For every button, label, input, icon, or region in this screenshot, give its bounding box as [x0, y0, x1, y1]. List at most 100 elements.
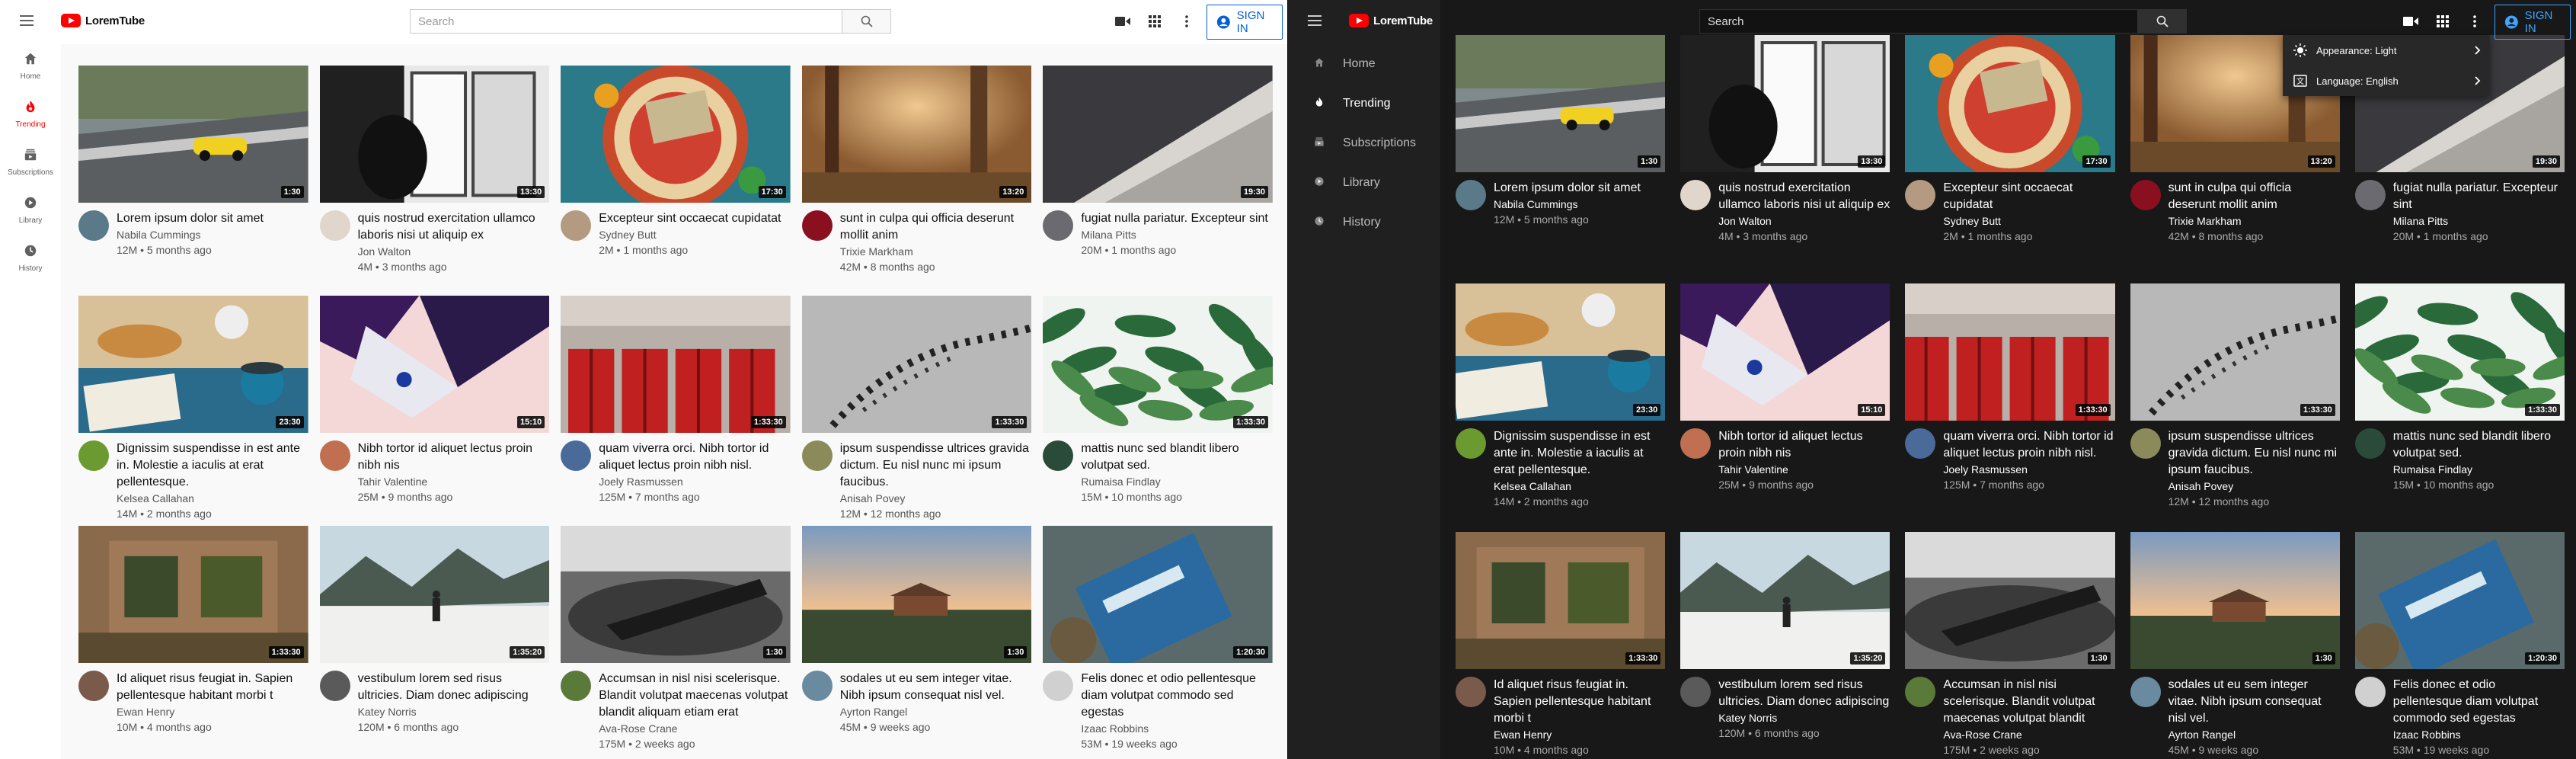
video-card[interactable]: 1:20:30 Felis donec et odio pellentesque…: [2354, 532, 2565, 759]
channel-avatar[interactable]: [801, 440, 833, 471]
channel-name[interactable]: Anisah Povey: [840, 491, 1032, 506]
video-card[interactable]: 13:30 quis nostrud exercitation ullamco …: [319, 66, 550, 296]
video-card[interactable]: 1:35:20 vestibulum lorem sed risus ultri…: [1680, 532, 1890, 759]
channel-avatar[interactable]: [1456, 677, 1486, 707]
video-title[interactable]: Accumsan in nisl nisi scelerisque. Bland…: [599, 671, 791, 721]
channel-name[interactable]: Nabila Cummings: [1494, 197, 1665, 212]
sidebar-item-subscriptions[interactable]: Subscriptions: [1288, 128, 1440, 159]
channel-name[interactable]: Milana Pitts: [1081, 227, 1273, 242]
video-card[interactable]: 1:33:30 mattis nunc sed blandit libero v…: [1043, 296, 1273, 526]
video-card[interactable]: 15:10 Nibh tortor id aliquet lectus proi…: [319, 296, 550, 526]
video-title[interactable]: ipsum suspendisse ultrices gravida dictu…: [840, 440, 1032, 491]
video-card[interactable]: 17:30 Excepteur sint occaecat cupidatat …: [1905, 35, 2115, 283]
channel-name[interactable]: Joely Rasmussen: [1943, 462, 2114, 477]
sidebar-item-library[interactable]: Library: [1288, 168, 1440, 198]
video-card[interactable]: 1:30 Lorem ipsum dolor sit amet Nabila C…: [78, 66, 308, 296]
channel-name[interactable]: Rumaisa Findlay: [1081, 474, 1273, 489]
create-video-icon[interactable]: [1114, 12, 1132, 30]
video-thumbnail[interactable]: 1:30: [561, 526, 791, 663]
video-thumbnail[interactable]: 1:33:30: [801, 296, 1032, 433]
channel-name[interactable]: Sydney Butt: [599, 227, 791, 242]
channel-avatar[interactable]: [1043, 671, 1074, 701]
appearance-menu-item[interactable]: Appearance: Light: [2283, 35, 2490, 66]
channel-name[interactable]: Ewan Henry: [117, 704, 308, 719]
video-card[interactable]: 1:30 sodales ut eu sem integer vitae. Ni…: [801, 526, 1032, 756]
channel-name[interactable]: Sydney Butt: [1943, 213, 2114, 229]
video-thumbnail[interactable]: 1:30: [78, 66, 308, 203]
channel-name[interactable]: Anisah Povey: [2169, 479, 2340, 494]
channel-name[interactable]: Trixie Markham: [2169, 213, 2340, 229]
sidebar-item-trending[interactable]: Trending: [1288, 88, 1440, 119]
channel-name[interactable]: Katey Norris: [1718, 710, 1890, 725]
channel-avatar[interactable]: [1043, 440, 1074, 471]
video-title[interactable]: mattis nunc sed blandit libero volutpat …: [2393, 428, 2565, 462]
video-card[interactable]: 1:33:30 quam viverra orci. Nibh tortor i…: [1905, 283, 2115, 532]
channel-avatar[interactable]: [1680, 180, 1711, 210]
sidebar-item-library[interactable]: Library: [0, 196, 61, 225]
channel-avatar[interactable]: [1456, 180, 1486, 210]
channel-avatar[interactable]: [319, 440, 350, 471]
channel-avatar[interactable]: [78, 440, 109, 471]
sidebar-item-history[interactable]: History: [1288, 207, 1440, 238]
video-thumbnail[interactable]: 1:33:30: [1905, 283, 2115, 421]
video-card[interactable]: 1:33:30 ipsum suspendisse ultrices gravi…: [801, 296, 1032, 526]
channel-name[interactable]: Ayrton Rangel: [840, 704, 1032, 719]
channel-name[interactable]: Katey Norris: [358, 704, 550, 719]
video-card[interactable]: 1:30 Lorem ipsum dolor sit amet Nabila C…: [1456, 35, 1666, 283]
video-title[interactable]: vestibulum lorem sed risus ultricies. Di…: [358, 671, 550, 704]
video-card[interactable]: 19:30 fugiat nulla pariatur. Excepteur s…: [1043, 66, 1273, 296]
video-card[interactable]: 1:30 Accumsan in nisl nisi scelerisque. …: [561, 526, 791, 756]
channel-avatar[interactable]: [1680, 428, 1711, 459]
channel-avatar[interactable]: [1905, 677, 1936, 707]
video-thumbnail[interactable]: 13:20: [801, 66, 1032, 203]
video-thumbnail[interactable]: 15:10: [1680, 283, 1890, 421]
video-card[interactable]: 1:33:30 Id aliquet risus feugiat in. Sap…: [1456, 532, 1666, 759]
video-card[interactable]: 23:30 Dignissim suspendisse in est ante …: [1456, 283, 1666, 532]
video-card[interactable]: 1:30 Accumsan in nisl nisi scelerisque. …: [1905, 532, 2115, 759]
video-thumbnail[interactable]: 1:33:30: [2130, 283, 2340, 421]
sign-in-button[interactable]: SIGN IN: [2495, 5, 2571, 40]
video-thumbnail[interactable]: 1:30: [1456, 35, 1666, 172]
channel-name[interactable]: Kelsea Callahan: [1494, 479, 1665, 494]
channel-avatar[interactable]: [1905, 180, 1936, 210]
channel-avatar[interactable]: [1043, 210, 1074, 241]
video-title[interactable]: Lorem ipsum dolor sit amet: [1494, 180, 1665, 197]
video-thumbnail[interactable]: 23:30: [78, 296, 308, 433]
video-thumbnail[interactable]: 1:33:30: [561, 296, 791, 433]
video-thumbnail[interactable]: 17:30: [561, 66, 791, 203]
video-title[interactable]: fugiat nulla pariatur. Excepteur sint: [1081, 210, 1273, 227]
channel-avatar[interactable]: [801, 671, 833, 701]
video-title[interactable]: sunt in culpa qui officia deserunt molli…: [2169, 180, 2340, 213]
video-thumbnail[interactable]: 23:30: [1456, 283, 1666, 421]
video-thumbnail[interactable]: 1:35:20: [319, 526, 550, 663]
channel-name[interactable]: Izaac Robbins: [1081, 721, 1273, 736]
search-button[interactable]: [2138, 9, 2187, 34]
channel-name[interactable]: Tahir Valentine: [358, 474, 550, 489]
channel-name[interactable]: Kelsea Callahan: [117, 491, 308, 506]
language-menu-item[interactable]: 文 Language: English: [2283, 66, 2490, 96]
search-input[interactable]: [410, 9, 842, 34]
video-title[interactable]: Excepteur sint occaecat cupidatat: [599, 210, 791, 227]
video-thumbnail[interactable]: 1:30: [1905, 532, 2115, 669]
video-title[interactable]: Nibh tortor id aliquet lectus proin nibh…: [358, 440, 550, 474]
channel-avatar[interactable]: [319, 210, 350, 241]
search-button[interactable]: [842, 9, 891, 34]
video-title[interactable]: Dignissim suspendisse in est ante in. Mo…: [117, 440, 308, 491]
video-thumbnail[interactable]: 1:30: [2130, 532, 2340, 669]
channel-name[interactable]: Jon Walton: [358, 244, 550, 259]
channel-avatar[interactable]: [1905, 428, 1936, 459]
channel-avatar[interactable]: [78, 210, 109, 241]
video-card[interactable]: 13:30 quis nostrud exercitation ullamco …: [1680, 35, 1890, 283]
video-card[interactable]: 1:33:30 quam viverra orci. Nibh tortor i…: [561, 296, 791, 526]
channel-name[interactable]: Ayrton Rangel: [2169, 727, 2340, 742]
video-title[interactable]: Excepteur sint occaecat cupidatat: [1943, 180, 2114, 213]
video-card[interactable]: 1:33:30 Id aliquet risus feugiat in. Sap…: [78, 526, 308, 756]
video-title[interactable]: fugiat nulla pariatur. Excepteur sint: [2393, 180, 2565, 213]
sidebar-item-trending[interactable]: Trending: [0, 100, 61, 129]
video-title[interactable]: quis nostrud exercitation ullamco labori…: [358, 210, 550, 244]
channel-avatar[interactable]: [1456, 428, 1486, 459]
video-title[interactable]: ipsum suspendisse ultrices gravida dictu…: [2169, 428, 2340, 479]
video-thumbnail[interactable]: 1:30: [801, 526, 1032, 663]
video-card[interactable]: 1:35:20 vestibulum lorem sed risus ultri…: [319, 526, 550, 756]
apps-icon[interactable]: [2434, 12, 2452, 30]
